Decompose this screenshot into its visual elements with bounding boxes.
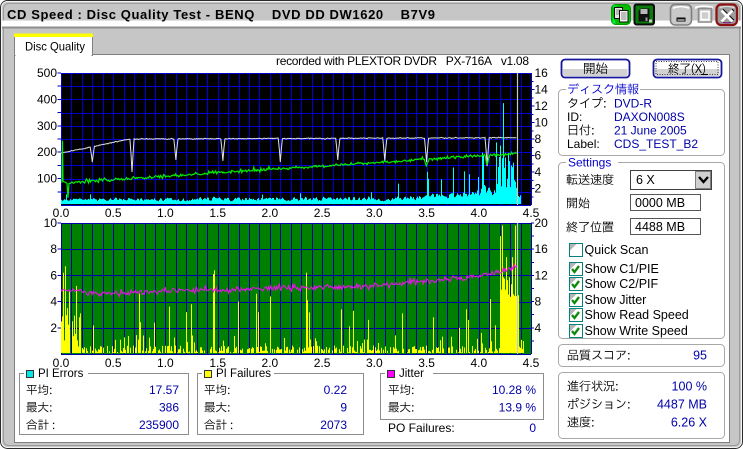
svg-text:13.9 %: 13.9 %	[499, 401, 537, 415]
svg-text:17.57: 17.57	[149, 383, 179, 397]
svg-text:Disc Quality: Disc Quality	[25, 40, 85, 54]
svg-text:PI Errors: PI Errors	[38, 368, 84, 380]
svg-text:2073: 2073	[320, 418, 347, 432]
svg-text:0: 0	[529, 421, 536, 435]
svg-text:4: 4	[535, 321, 542, 335]
svg-text:2.5: 2.5	[314, 206, 331, 220]
svg-text:Show C2/PIF: Show C2/PIF	[585, 277, 659, 291]
svg-text:Show C1/PIE: Show C1/PIE	[585, 262, 659, 276]
svg-text:6: 6	[535, 149, 542, 163]
svg-text:Settings: Settings	[568, 156, 611, 170]
svg-text:0000 MB: 0000 MB	[635, 196, 685, 210]
svg-text:21 June 2005: 21 June 2005	[614, 124, 687, 138]
svg-text:recorded with PLEXTOR DVDR P: recorded with PLEXTOR DVDR PX-716A v1.08	[276, 54, 529, 68]
svg-text:1.0: 1.0	[157, 206, 174, 220]
svg-text:3.0: 3.0	[366, 356, 383, 370]
svg-text:10.28 %: 10.28 %	[492, 383, 536, 397]
svg-text:4.5: 4.5	[523, 206, 540, 220]
svg-text:400: 400	[37, 92, 57, 106]
svg-text:Jitter: Jitter	[399, 368, 424, 380]
svg-text:4.0: 4.0	[470, 356, 487, 370]
svg-text:1.0: 1.0	[157, 356, 174, 370]
svg-text:CDS_TEST_B2: CDS_TEST_B2	[614, 137, 698, 151]
svg-text:PO Failures:: PO Failures:	[388, 421, 455, 435]
svg-text:Show Write Speed: Show Write Speed	[585, 324, 688, 338]
svg-text:0.22: 0.22	[324, 383, 348, 397]
svg-text:300: 300	[37, 119, 57, 133]
svg-text:3.0: 3.0	[366, 206, 383, 220]
svg-text:DVD-R: DVD-R	[614, 97, 652, 111]
svg-text:12: 12	[535, 99, 549, 113]
svg-text:2.0: 2.0	[262, 206, 279, 220]
svg-text:3.5: 3.5	[418, 206, 435, 220]
svg-text:4.0: 4.0	[470, 206, 487, 220]
svg-text:100 %: 100 %	[672, 380, 707, 394]
svg-text:14: 14	[535, 83, 549, 97]
svg-text:4: 4	[535, 165, 542, 179]
svg-text:2.5: 2.5	[314, 356, 331, 370]
svg-text:8: 8	[535, 132, 542, 146]
svg-text:200: 200	[37, 145, 57, 159]
svg-text:235900: 235900	[139, 418, 179, 432]
svg-text:DAXON008S: DAXON008S	[614, 110, 685, 124]
svg-text:Show Jitter: Show Jitter	[585, 293, 647, 307]
svg-text:16: 16	[535, 242, 549, 256]
svg-text:16: 16	[535, 66, 549, 80]
svg-text:8: 8	[50, 242, 57, 256]
svg-text:2: 2	[50, 321, 57, 335]
svg-text:12: 12	[535, 268, 549, 282]
svg-text:500: 500	[37, 66, 57, 80]
svg-text:0.0: 0.0	[53, 206, 70, 220]
svg-text:0.5: 0.5	[105, 356, 122, 370]
svg-text:ID:: ID:	[567, 110, 582, 124]
svg-text:6 X: 6 X	[636, 173, 655, 187]
svg-text:6.26 X: 6.26 X	[671, 416, 708, 430]
svg-text:Label:: Label:	[567, 137, 600, 151]
svg-text:4487 MB: 4487 MB	[657, 398, 707, 412]
svg-text:Show Read Speed: Show Read Speed	[585, 308, 689, 322]
svg-text:9: 9	[340, 401, 347, 415]
svg-text:10: 10	[535, 116, 549, 130]
svg-text:100: 100	[37, 172, 57, 186]
svg-text:6: 6	[50, 268, 57, 282]
svg-text:4: 4	[50, 295, 57, 309]
svg-text:2: 2	[535, 182, 542, 196]
svg-text:0.5: 0.5	[105, 206, 122, 220]
svg-text:8: 8	[535, 295, 542, 309]
svg-text:4488 MB: 4488 MB	[635, 220, 685, 234]
svg-text:95: 95	[693, 349, 707, 363]
svg-text:Quick Scan: Quick Scan	[585, 243, 649, 257]
svg-text:386: 386	[159, 401, 179, 415]
svg-text:1.5: 1.5	[209, 206, 226, 220]
svg-text:4.5: 4.5	[523, 356, 540, 370]
svg-text:PI Failures: PI Failures	[216, 368, 271, 380]
svg-text:CD Speed : Disc Quality Test -: CD Speed : Disc Quality Test - BENQ DVD …	[7, 7, 435, 22]
